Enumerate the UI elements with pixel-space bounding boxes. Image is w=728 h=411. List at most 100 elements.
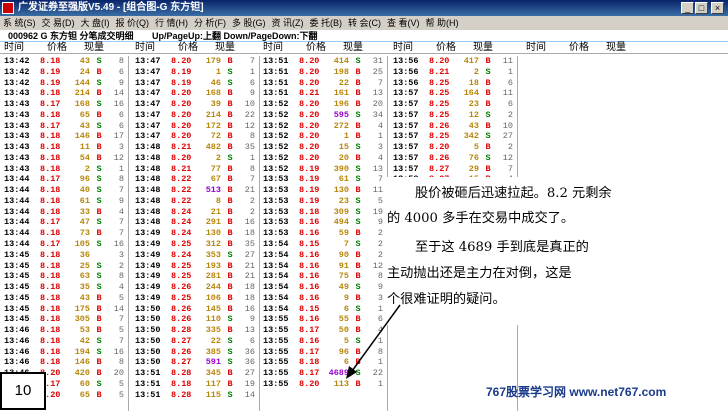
tick-volume: 22	[210, 335, 221, 346]
tick-time: 13:43	[4, 88, 30, 99]
tick-row: 13:47 8.20 39 B 10	[131, 99, 259, 110]
minimize-button[interactable]: _	[681, 2, 694, 14]
menu-multi[interactable]: 多 股(G)	[229, 16, 269, 30]
tick-volume: 414	[333, 56, 349, 66]
tick-row: 13:45 8.18 43 B 5	[0, 293, 128, 304]
tick-side: B	[355, 271, 361, 282]
tick-side: S	[355, 368, 361, 379]
tick-count: 5	[118, 389, 124, 400]
tick-time: 13:57	[393, 152, 419, 163]
tick-time: 13:57	[393, 131, 419, 142]
tick-volume: 482	[205, 142, 221, 153]
tick-time: 13:45	[4, 303, 30, 314]
tick-volume: 9	[343, 292, 349, 303]
tick-volume: 335	[205, 325, 221, 336]
tick-side: S	[355, 282, 361, 293]
tick-count: 16	[244, 303, 255, 314]
tick-side: B	[355, 346, 361, 357]
tick-volume: 117	[205, 378, 221, 389]
tick-time: 13:49	[135, 282, 161, 293]
tick-count: 10	[502, 120, 513, 131]
tick-count: 17	[113, 131, 124, 142]
tick-row: 13:53 8.16 59 B 2	[259, 228, 387, 239]
menu-system[interactable]: 系 统(S)	[0, 16, 39, 30]
tick-row: 13:49 8.25 106 B 18	[131, 293, 259, 304]
tick-count: 2	[377, 239, 383, 250]
menu-transfer[interactable]: 转 会(C)	[345, 16, 384, 30]
tick-side: B	[96, 303, 102, 314]
tick-side: S	[96, 56, 102, 66]
tick-time: 13:42	[4, 77, 30, 88]
tick-count: 2	[249, 195, 255, 206]
tick-volume: 113	[333, 378, 349, 389]
close-button[interactable]: ×	[711, 2, 724, 14]
tick-side: S	[96, 217, 102, 228]
site-watermark: 767股票学习网 www.net767.com	[486, 385, 667, 399]
tick-row: 13:56 8.20 417 B 11	[389, 56, 517, 67]
tick-side: B	[227, 174, 233, 185]
tick-count: 3	[377, 142, 383, 153]
tick-side: S	[96, 239, 102, 250]
menu-trade[interactable]: 交 易(D)	[39, 16, 78, 30]
menu-quote[interactable]: 报 价(Q)	[113, 16, 153, 30]
tick-time: 13:51	[135, 378, 161, 389]
tick-count: 11	[502, 88, 513, 99]
header-price: 价格	[436, 42, 456, 53]
tick-side: B	[355, 228, 361, 239]
tick-time: 13:51	[263, 88, 289, 99]
tick-time: 13:52	[263, 99, 289, 110]
tick-time: 13:47	[135, 77, 161, 88]
tick-side: B	[96, 325, 102, 336]
maximize-button[interactable]: □	[695, 2, 708, 14]
tick-row: 13:48 8.21 482 B 35	[131, 142, 259, 153]
tick-time: 13:45	[4, 314, 30, 325]
tick-row: 13:52 8.20 272 B 4	[259, 121, 387, 132]
tick-volume: 146	[74, 131, 90, 142]
tick-volume: 76	[468, 152, 479, 163]
tick-count: 12	[502, 152, 513, 163]
tick-count: 2	[507, 109, 513, 120]
tick-volume: 12	[468, 109, 479, 120]
tick-side: B	[485, 56, 491, 66]
tick-volume: 60	[79, 378, 90, 389]
tick-side: S	[96, 378, 102, 389]
tick-time: 13:45	[4, 249, 30, 260]
tick-time: 13:47	[135, 66, 161, 77]
tick-row: 13:48 8.24 21 B 2	[131, 207, 259, 218]
tick-count: 7	[118, 335, 124, 346]
tick-side: S	[227, 77, 233, 88]
tick-count: 8	[249, 163, 255, 174]
tick-time: 13:46	[4, 335, 30, 346]
tick-time: 13:56	[393, 56, 419, 66]
tick-volume: 115	[205, 389, 221, 400]
menu-market[interactable]: 大 盘(I)	[78, 16, 113, 30]
tick-side: B	[227, 368, 233, 379]
tick-volume: 91	[338, 260, 349, 271]
menu-quotes[interactable]: 行 情(H)	[152, 16, 191, 30]
tick-side: B	[96, 292, 102, 303]
tick-side: B	[485, 120, 491, 131]
menu-order[interactable]: 委 托(B)	[307, 16, 346, 30]
tick-side: S	[96, 335, 102, 346]
tick-row: 13:46 8.18 42 S 7	[0, 336, 128, 347]
tick-time: 13:55	[263, 368, 289, 379]
tick-time: 13:47	[135, 56, 161, 66]
menu-view[interactable]: 查 看(V)	[384, 16, 423, 30]
header-volume: 现量	[606, 42, 626, 53]
menu-info[interactable]: 资 讯(Z)	[269, 16, 307, 30]
tick-row: 13:53 8.19 61 S 7	[259, 174, 387, 185]
tick-row: 13:52 8.20 20 B 4	[259, 153, 387, 164]
tick-side: B	[96, 142, 102, 153]
tick-volume: 144	[74, 77, 90, 88]
menu-help[interactable]: 帮 助(H)	[423, 16, 462, 30]
tick-count: 7	[118, 314, 124, 325]
tick-time: 13:52	[263, 142, 289, 153]
tick-count: 14	[244, 389, 255, 400]
tick-side: S	[227, 357, 233, 368]
tick-volume: 145	[205, 303, 221, 314]
tick-count: 18	[244, 282, 255, 293]
tick-time: 13:44	[4, 217, 30, 228]
menu-analysis[interactable]: 分 析(F)	[191, 16, 229, 30]
header-volume: 现量	[84, 42, 104, 53]
tick-volume: 420	[74, 368, 90, 379]
